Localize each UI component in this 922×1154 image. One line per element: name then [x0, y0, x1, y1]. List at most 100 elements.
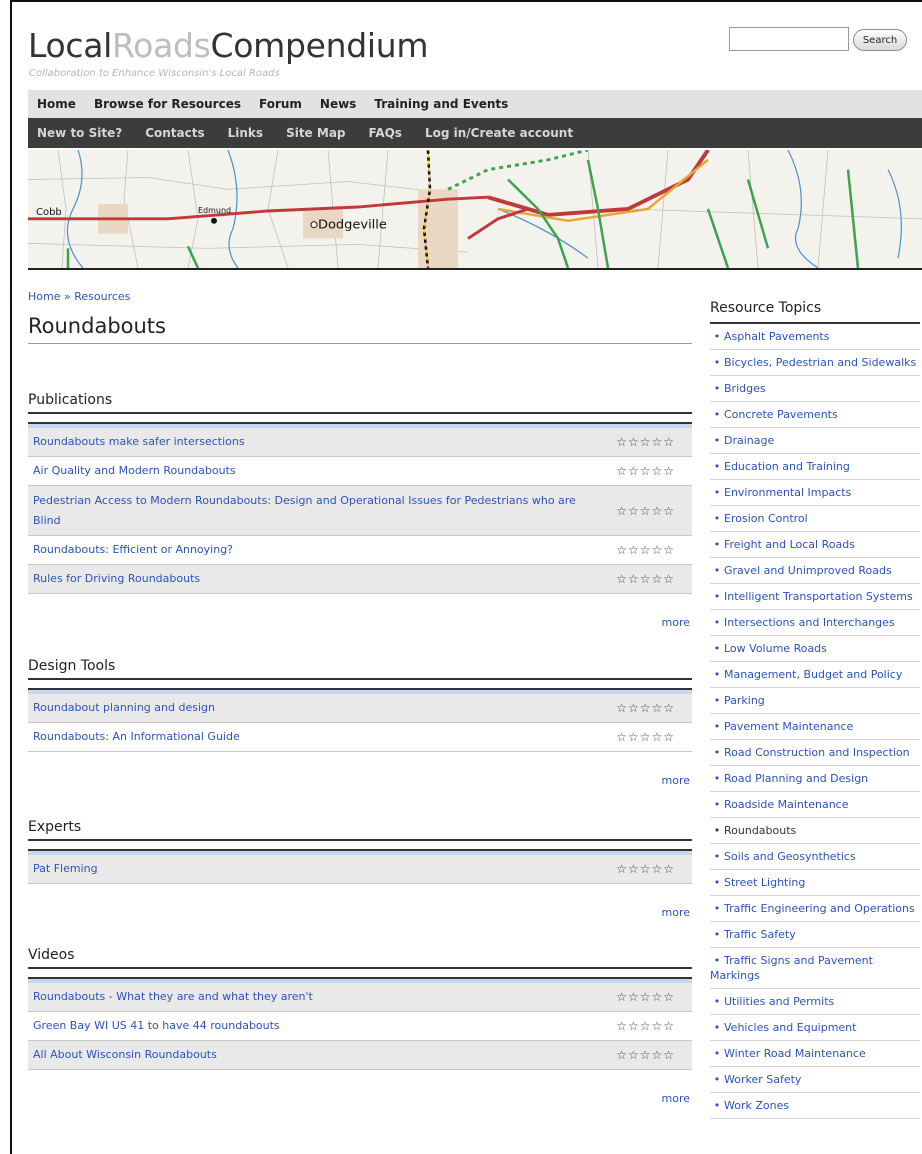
resource-row: Air Quality and Modern Roundabouts ☆☆☆☆☆: [28, 457, 692, 486]
sidebar-topic-drainage[interactable]: • Drainage: [710, 428, 920, 454]
subnav-link-new-to-site[interactable]: New to Site?: [37, 126, 122, 140]
sidebar-topic-pavement-maintenance[interactable]: • Pavement Maintenance: [710, 714, 920, 740]
breadcrumb-home-link[interactable]: Home: [28, 290, 60, 303]
subnav-link-log-in-create-account[interactable]: Log in/Create account: [425, 126, 573, 140]
rating-stars-icon[interactable]: ☆☆☆☆☆: [616, 862, 687, 876]
rating-stars-icon[interactable]: ☆☆☆☆☆: [616, 1019, 687, 1033]
resource-row: Roundabouts make safer intersections ☆☆☆☆…: [28, 428, 692, 457]
bullet-icon: •: [713, 876, 721, 889]
search-input[interactable]: [729, 27, 849, 51]
rating-stars-icon[interactable]: ☆☆☆☆☆: [616, 990, 687, 1004]
resource-link[interactable]: Green Bay WI US 41 to have 44 roundabout…: [33, 1016, 280, 1036]
rating-stars-icon[interactable]: ☆☆☆☆☆: [616, 701, 687, 715]
sidebar-topic-environmental-impacts[interactable]: • Environmental Impacts: [710, 480, 920, 506]
resource-link[interactable]: All About Wisconsin Roundabouts: [33, 1045, 217, 1065]
rating-stars-icon[interactable]: ☆☆☆☆☆: [616, 572, 687, 586]
section-videos: Videos Roundabouts - What they are and wh…: [28, 947, 692, 1105]
bullet-icon: •: [713, 798, 721, 811]
topic-label: Intelligent Transportation Systems: [724, 590, 913, 603]
bullet-icon: •: [713, 434, 721, 447]
sidebar-topic-traffic-safety[interactable]: • Traffic Safety: [710, 922, 920, 948]
more-link[interactable]: more: [28, 616, 692, 629]
nav-link-home[interactable]: Home: [37, 97, 76, 111]
breadcrumb-resources-link[interactable]: Resources: [74, 290, 130, 303]
topic-label: Concrete Pavements: [724, 408, 838, 421]
sidebar-topic-traffic-engineering-and-operations[interactable]: • Traffic Engineering and Operations: [710, 896, 920, 922]
topic-label: Traffic Signs and Pavement Markings: [710, 954, 873, 982]
sidebar-topic-erosion-control[interactable]: • Erosion Control: [710, 506, 920, 532]
resource-row: Roundabout planning and design ☆☆☆☆☆: [28, 694, 692, 723]
secondary-nav: New to Site? Contacts Links Site Map FAQs Log…: [28, 118, 922, 148]
sidebar-topic-utilities-and-permits[interactable]: • Utilities and Permits: [710, 989, 920, 1015]
rating-stars-icon[interactable]: ☆☆☆☆☆: [616, 730, 687, 744]
topic-label: Utilities and Permits: [724, 995, 835, 1008]
sidebar-topic-management-budget-and-policy[interactable]: • Management, Budget and Policy: [710, 662, 920, 688]
sidebar-topic-parking[interactable]: • Parking: [710, 688, 920, 714]
sidebar-topic-roadside-maintenance[interactable]: • Roadside Maintenance: [710, 792, 920, 818]
resource-link[interactable]: Roundabouts: Efficient or Annoying?: [33, 540, 233, 560]
sidebar-topic-gravel-and-unimproved-roads[interactable]: • Gravel and Unimproved Roads: [710, 558, 920, 584]
nav-link-training-and-events[interactable]: Training and Events: [374, 97, 508, 111]
topic-label: Low Volume Roads: [724, 642, 827, 655]
sidebar-topic-intelligent-transportation-systems[interactable]: • Intelligent Transportation Systems: [710, 584, 920, 610]
sidebar-topic-intersections-and-interchanges[interactable]: • Intersections and Interchanges: [710, 610, 920, 636]
sidebar-topic-bridges[interactable]: • Bridges: [710, 376, 920, 402]
rating-stars-icon[interactable]: ☆☆☆☆☆: [616, 1048, 687, 1062]
nav-link-forum[interactable]: Forum: [259, 97, 302, 111]
nav-link-news[interactable]: News: [320, 97, 356, 111]
bullet-icon: •: [713, 1073, 721, 1086]
subnav-link-faqs[interactable]: FAQs: [369, 126, 402, 140]
more-link[interactable]: more: [28, 1092, 692, 1105]
topic-list: • Asphalt Pavements • Bicycles, Pedestrian …: [710, 324, 920, 1119]
sidebar-topic-freight-and-local-roads[interactable]: • Freight and Local Roads: [710, 532, 920, 558]
subnav-link-contacts[interactable]: Contacts: [145, 126, 204, 140]
resource-row: Roundabouts - What they are and what the…: [28, 983, 692, 1012]
site-logo[interactable]: LocalRoadsCompendium: [28, 26, 429, 66]
bullet-icon: •: [713, 954, 721, 967]
resource-link[interactable]: Pat Fleming: [33, 859, 98, 879]
sidebar-topic-worker-safety[interactable]: • Worker Safety: [710, 1067, 920, 1093]
resource-row: Green Bay WI US 41 to have 44 roundabout…: [28, 1012, 692, 1041]
rating-stars-icon[interactable]: ☆☆☆☆☆: [616, 543, 687, 557]
sidebar-topic-asphalt-pavements[interactable]: • Asphalt Pavements: [710, 324, 920, 350]
sidebar-topic-soils-and-geosynthetics[interactable]: • Soils and Geosynthetics: [710, 844, 920, 870]
topic-label: Roadside Maintenance: [724, 798, 849, 811]
section-heading: Design Tools: [28, 658, 692, 680]
topic-label: Pavement Maintenance: [724, 720, 854, 733]
sidebar-topic-work-zones[interactable]: • Work Zones: [710, 1093, 920, 1119]
sidebar-topic-vehicles-and-equipment[interactable]: • Vehicles and Equipment: [710, 1015, 920, 1041]
nav-link-browse-for-resources[interactable]: Browse for Resources: [94, 97, 241, 111]
section-heading: Publications: [28, 392, 692, 414]
subnav-link-site-map[interactable]: Site Map: [286, 126, 345, 140]
sidebar-topic-education-and-training[interactable]: • Education and Training: [710, 454, 920, 480]
search-button[interactable]: Search: [853, 29, 907, 51]
rating-stars-icon[interactable]: ☆☆☆☆☆: [616, 435, 687, 449]
resource-link[interactable]: Pedestrian Access to Modern Roundabouts:…: [33, 491, 578, 531]
sidebar-topic-roundabouts[interactable]: • Roundabouts: [710, 818, 920, 844]
sidebar-topic-concrete-pavements[interactable]: • Concrete Pavements: [710, 402, 920, 428]
sidebar-topic-street-lighting[interactable]: • Street Lighting: [710, 870, 920, 896]
section-design-tools: Design Tools Roundabout planning and desi…: [28, 658, 692, 787]
topic-label: Soils and Geosynthetics: [724, 850, 856, 863]
topic-label: Gravel and Unimproved Roads: [724, 564, 892, 577]
bullet-icon: •: [713, 616, 721, 629]
logo-text-compendium: Compendium: [210, 26, 429, 65]
sidebar-topic-low-volume-roads[interactable]: • Low Volume Roads: [710, 636, 920, 662]
rating-stars-icon[interactable]: ☆☆☆☆☆: [616, 464, 687, 478]
resource-link[interactable]: Roundabout planning and design: [33, 698, 215, 718]
resource-link[interactable]: Air Quality and Modern Roundabouts: [33, 461, 236, 481]
bullet-icon: •: [713, 694, 721, 707]
sidebar-topic-winter-road-maintenance[interactable]: • Winter Road Maintenance: [710, 1041, 920, 1067]
more-link[interactable]: more: [28, 774, 692, 787]
rating-stars-icon[interactable]: ☆☆☆☆☆: [616, 504, 687, 518]
sidebar-topic-road-construction-and-inspection[interactable]: • Road Construction and Inspection: [710, 740, 920, 766]
subnav-link-links[interactable]: Links: [228, 126, 263, 140]
resource-link[interactable]: Roundabouts - What they are and what the…: [33, 987, 313, 1007]
sidebar-topic-road-planning-and-design[interactable]: • Road Planning and Design: [710, 766, 920, 792]
sidebar-topic-traffic-signs-and-pavement-markings[interactable]: • Traffic Signs and Pavement Markings: [710, 948, 920, 989]
more-link[interactable]: more: [28, 906, 692, 919]
resource-link[interactable]: Roundabouts: An Informational Guide: [33, 727, 240, 747]
resource-link[interactable]: Roundabouts make safer intersections: [33, 432, 245, 452]
resource-link[interactable]: Rules for Driving Roundabouts: [33, 569, 200, 589]
sidebar-topic-bicycles-pedestrian-and-sidewalks[interactable]: • Bicycles, Pedestrian and Sidewalks: [710, 350, 920, 376]
